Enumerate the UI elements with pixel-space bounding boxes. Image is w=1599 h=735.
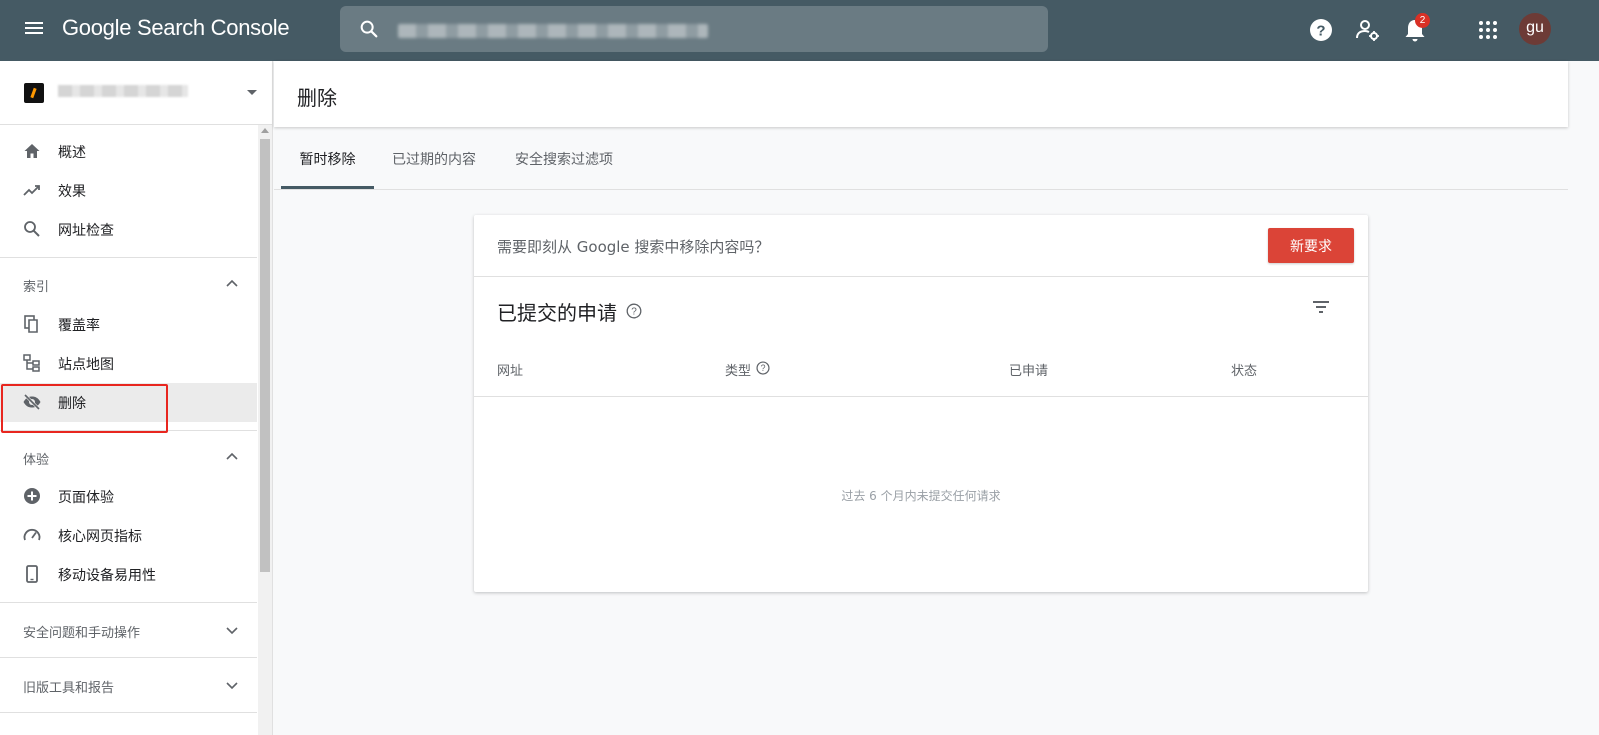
sidebar-item-label: 概述 — [58, 145, 86, 161]
sidebar-item-performance[interactable]: 效果 — [0, 171, 257, 210]
sidebar: 概述 效果 网址检查 索引 覆盖率 站点地图 删除 体验 页面体验 核心网页指标 — [0, 61, 273, 735]
sidebar-divider — [0, 602, 257, 603]
empty-state-message: 过去 6 个月内未提交任何请求 — [841, 489, 1001, 503]
column-header-requested[interactable]: 已申请 — [1009, 360, 1048, 379]
sidebar-item-label: 网址检查 — [58, 223, 114, 239]
chevron-up-icon — [226, 279, 238, 287]
section-legacy-tools[interactable]: 旧版工具和报告 — [0, 665, 257, 705]
section-label: 体验 — [23, 453, 50, 468]
card-header: 需要即刻从 Google 搜索中移除内容吗？ 新要求 — [474, 215, 1368, 277]
caret-down-icon — [247, 90, 257, 95]
sidebar-item-mobile-usability[interactable]: 移动设备易用性 — [0, 555, 257, 594]
help-outline-icon[interactable]: ? — [626, 303, 642, 319]
tab-temporary-removals[interactable]: 暂时移除 — [281, 128, 374, 189]
sidebar-divider — [0, 657, 257, 658]
property-selector[interactable] — [0, 61, 273, 125]
page-title: 删除 — [297, 86, 337, 110]
copy-icon — [24, 315, 38, 333]
table-header-divider — [474, 396, 1368, 397]
sidebar-item-label: 页面体验 — [58, 490, 114, 506]
tab-safesearch-filtering[interactable]: 安全搜索过滤项 — [504, 128, 624, 189]
section-label: 索引 — [23, 280, 50, 295]
help-outline-icon[interactable]: ? — [756, 361, 770, 375]
manage-users-icon[interactable] — [1354, 16, 1382, 44]
apps-grid-icon[interactable] — [1474, 16, 1502, 44]
column-header-type[interactable]: 类型 — [725, 360, 751, 379]
sidebar-item-url-inspection[interactable]: 网址检查 — [0, 210, 257, 249]
highlight-annotation — [1, 384, 168, 433]
sidebar-item-label: 覆盖率 — [58, 318, 100, 334]
help-icon[interactable]: ? — [1307, 16, 1335, 44]
search-query-redacted — [398, 24, 708, 38]
requests-card: 需要即刻从 Google 搜索中移除内容吗？ 新要求 已提交的申请 ? 网址 类… — [474, 215, 1368, 592]
sidebar-item-label: 移动设备易用性 — [58, 568, 156, 584]
sidebar-divider — [0, 712, 257, 713]
top-app-bar: Google Search Console ? 2 gu — [0, 0, 1599, 61]
sidebar-item-sitemaps[interactable]: 站点地图 — [0, 344, 257, 383]
chevron-down-icon — [226, 627, 238, 635]
chevron-up-icon — [226, 452, 238, 460]
scrollbar-thumb[interactable] — [260, 139, 270, 572]
property-name-redacted — [58, 85, 188, 97]
removal-prompt: 需要即刻从 Google 搜索中移除内容吗？ — [497, 238, 770, 256]
sidebar-item-coverage[interactable]: 覆盖率 — [0, 305, 257, 344]
section-label: 安全问题和手动操作 — [23, 626, 141, 641]
search-icon — [360, 20, 378, 38]
sidebar-item-overview[interactable]: 概述 — [0, 132, 257, 171]
section-security[interactable]: 安全问题和手动操作 — [0, 610, 257, 650]
section-experience[interactable]: 体验 — [0, 437, 257, 477]
svg-text:?: ? — [631, 307, 637, 318]
submitted-requests-title: 已提交的申请 — [497, 301, 617, 325]
filter-icon[interactable] — [1311, 297, 1331, 317]
sidebar-item-label: 站点地图 — [58, 357, 114, 373]
property-logo — [24, 83, 44, 103]
search-icon — [24, 221, 40, 237]
sidebar-scrollbar[interactable] — [258, 125, 272, 735]
avatar[interactable]: gu — [1519, 13, 1551, 45]
home-icon — [24, 144, 40, 158]
sidebar-item-label: 效果 — [58, 184, 86, 200]
tab-outdated-content[interactable]: 已过期的内容 — [380, 128, 488, 189]
app-brand[interactable]: Google Search Console — [62, 15, 290, 41]
menu-icon[interactable] — [22, 19, 46, 43]
scroll-up-arrow-icon[interactable] — [261, 128, 269, 133]
section-label: 旧版工具和报告 — [23, 681, 115, 696]
sidebar-item-core-web-vitals[interactable]: 核心网页指标 — [0, 516, 257, 555]
svg-text:?: ? — [1316, 23, 1325, 40]
phone-icon — [26, 565, 38, 583]
sidebar-divider — [0, 257, 257, 258]
tab-bar: 暂时移除 已过期的内容 安全搜索过滤项 — [274, 128, 1568, 190]
notification-badge: 2 — [1415, 13, 1430, 28]
column-header-url[interactable]: 网址 — [497, 360, 523, 379]
sitemap-icon — [23, 354, 40, 372]
chevron-down-icon — [226, 682, 238, 690]
svg-text:?: ? — [761, 363, 766, 373]
add-circle-icon — [24, 488, 40, 504]
trending-up-icon — [23, 185, 40, 196]
new-request-button[interactable]: 新要求 — [1268, 228, 1354, 263]
sidebar-item-page-experience[interactable]: 页面体验 — [0, 477, 257, 516]
speed-gauge-icon — [23, 528, 41, 541]
page-header: 删除 — [274, 61, 1568, 127]
sidebar-item-label: 核心网页指标 — [58, 529, 142, 545]
section-index[interactable]: 索引 — [0, 264, 257, 304]
column-header-status[interactable]: 状态 — [1231, 360, 1257, 379]
